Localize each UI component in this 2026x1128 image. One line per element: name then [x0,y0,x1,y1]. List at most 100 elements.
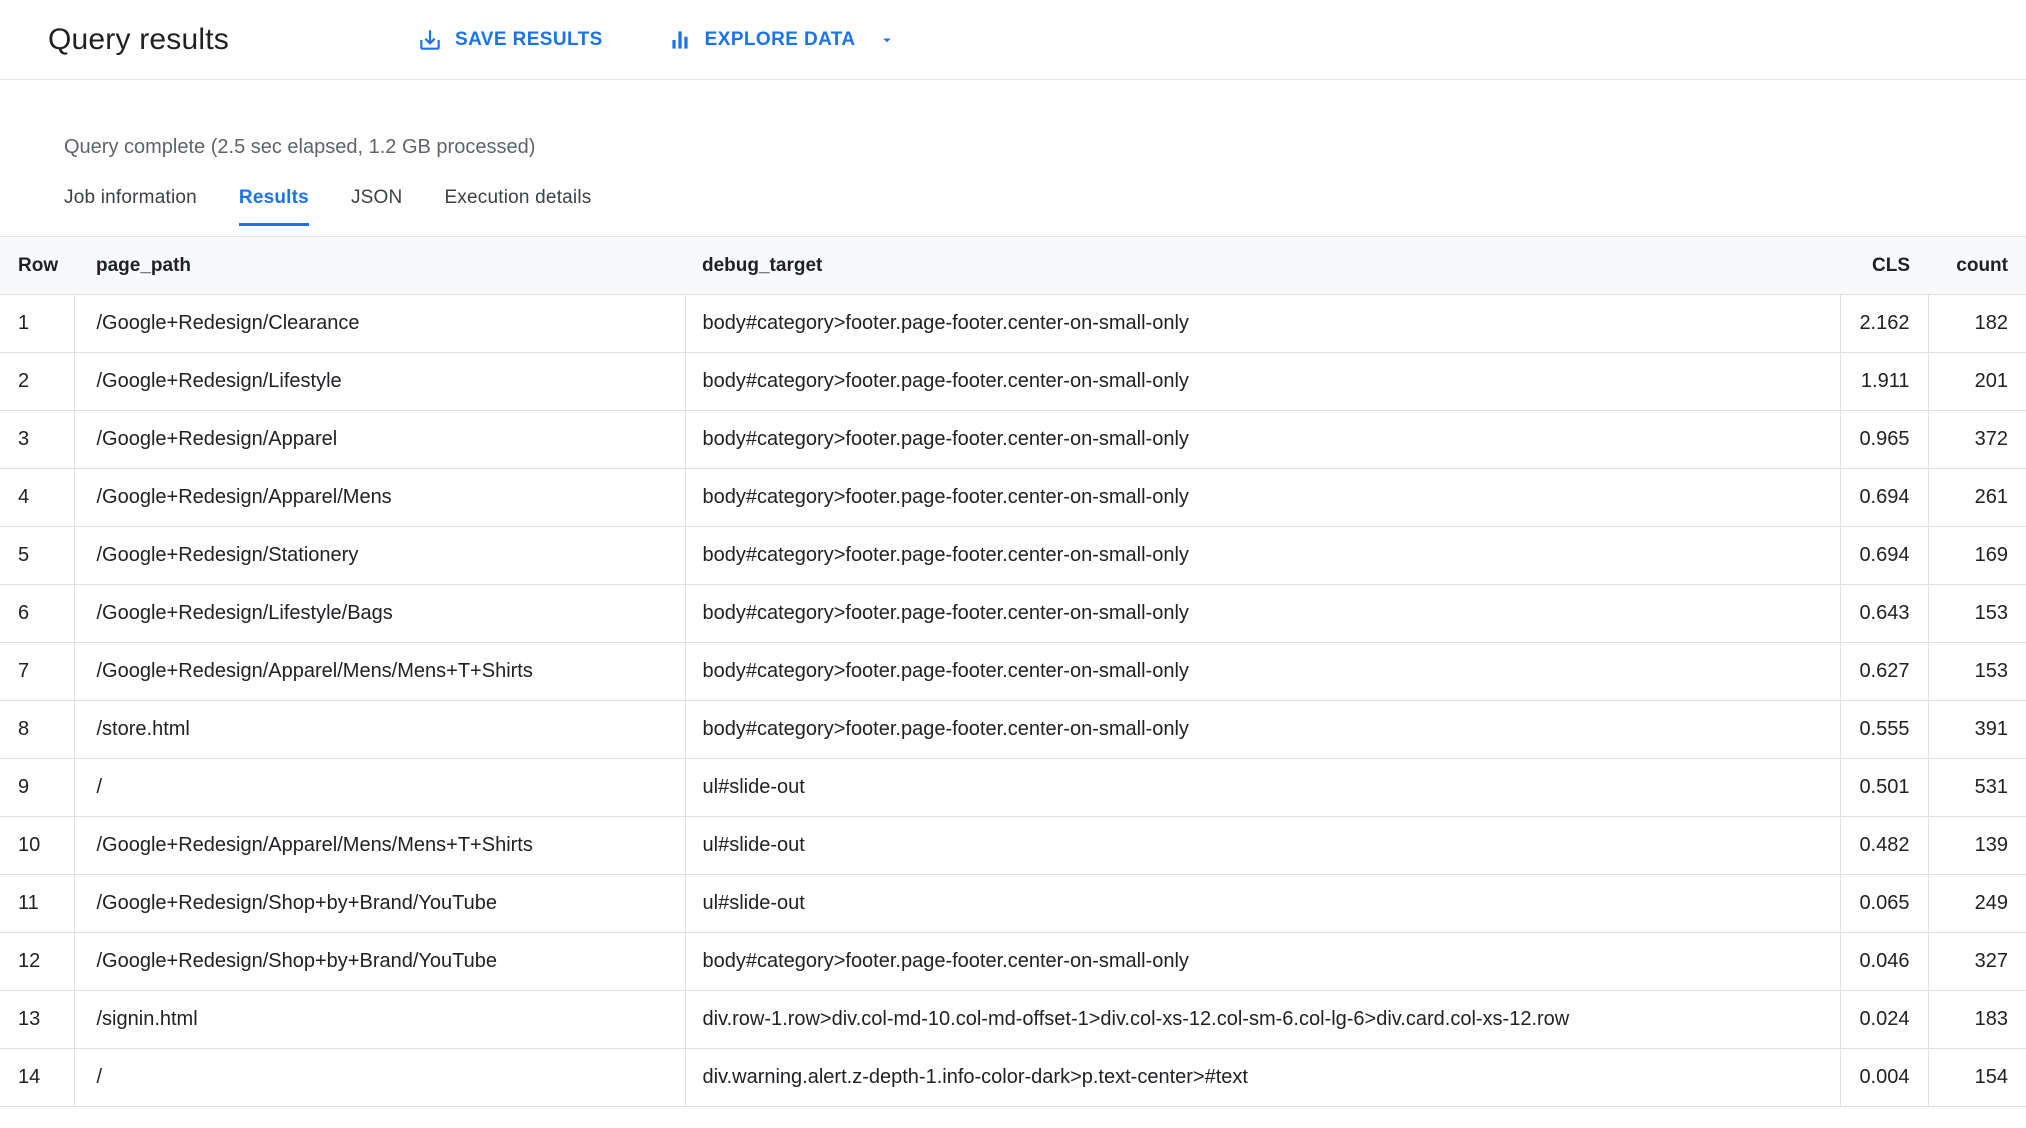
debug-target-cell: div.warning.alert.z-depth-1.info-color-d… [684,1048,1840,1107]
column-header-page-path: page_path [74,236,685,295]
column-header-cls: CLS [1840,236,1928,295]
cls-cell: 0.555 [1839,700,1928,759]
save-results-label: SAVE RESULTS [455,28,603,50]
row-number-cell: 14 [0,1048,74,1107]
cls-cell: 2.162 [1839,294,1928,353]
page-path-cell: / [73,1048,685,1107]
row-number-cell: 6 [0,584,74,643]
debug-target-cell: body#category>footer.page-footer.center-… [684,468,1840,527]
column-header-row: Row [0,236,74,295]
count-cell: 201 [1927,352,2026,411]
explore-data-label: EXPLORE DATA [704,28,856,50]
debug-target-cell: body#category>footer.page-footer.center-… [684,410,1840,469]
page-path-cell: / [73,758,685,817]
table-row: 2/Google+Redesign/Lifestyle body#category… [0,352,2026,411]
column-header-count: count [1928,236,2026,295]
debug-target-cell: body#category>footer.page-footer.center-… [684,526,1840,585]
row-number-cell: 11 [0,874,74,933]
row-number-cell: 8 [0,700,74,759]
row-number-cell: 3 [0,410,74,469]
results-table-header: Row page_path debug_target CLS count [0,236,2026,295]
table-row: 10/Google+Redesign/Apparel/Mens/Mens+T+S… [0,816,2026,875]
debug-target-cell: body#category>footer.page-footer.center-… [684,584,1840,643]
column-header-debug-target: debug_target [685,236,1840,295]
debug-target-cell: body#category>footer.page-footer.center-… [684,642,1840,701]
page-path-cell: /Google+Redesign/Shop+by+Brand/YouTube [73,932,685,991]
debug-target-cell: body#category>footer.page-footer.center-… [684,294,1840,353]
page-title: Query results [48,22,229,56]
table-row: 13/signin.html div.row-1.row>div.col-md-1… [0,990,2026,1049]
tab-execution-details[interactable]: Execution details [444,187,591,226]
debug-target-cell: div.row-1.row>div.col-md-10.col-md-offse… [684,990,1840,1049]
count-cell: 183 [1927,990,2026,1049]
table-row: 12/Google+Redesign/Shop+by+Brand/YouTube… [0,932,2026,991]
page-path-cell: /signin.html [73,990,685,1049]
cls-cell: 0.694 [1839,468,1928,527]
count-cell: 372 [1927,410,2026,469]
save-results-button[interactable]: SAVE RESULTS [417,27,603,53]
tab-job-information[interactable]: Job information [64,187,197,226]
page-path-cell: /Google+Redesign/Shop+by+Brand/YouTube [73,874,685,933]
count-cell: 182 [1927,294,2026,353]
results-table-body: 1/Google+Redesign/Clearance body#category… [0,294,2026,1107]
cls-cell: 0.643 [1839,584,1928,643]
page-path-cell: /Google+Redesign/Apparel/Mens [73,468,685,527]
count-cell: 139 [1927,816,2026,875]
cls-cell: 0.046 [1839,932,1928,991]
table-row: 1/Google+Redesign/Clearance body#category… [0,294,2026,353]
debug-target-cell: ul#slide-out [684,758,1840,817]
count-cell: 391 [1927,700,2026,759]
count-cell: 153 [1927,584,2026,643]
debug-target-cell: body#category>footer.page-footer.center-… [684,932,1840,991]
row-number-cell: 4 [0,468,74,527]
debug-target-cell: ul#slide-out [684,816,1840,875]
cls-cell: 0.627 [1839,642,1928,701]
cls-cell: 0.004 [1839,1048,1928,1107]
row-number-cell: 10 [0,816,74,875]
query-status-text: Query complete (2.5 sec elapsed, 1.2 GB … [64,136,536,158]
row-number-cell: 1 [0,294,74,353]
query-results-panel: Query results SAVE RESULTS EXPLORE DATA [0,0,2026,1107]
count-cell: 169 [1927,526,2026,585]
chevron-down-icon [878,31,896,49]
results-table: Row page_path debug_target CLS count 1/G… [0,236,2026,1107]
table-row: 4/Google+Redesign/Apparel/Mens body#categ… [0,468,2026,527]
cls-cell: 0.694 [1839,526,1928,585]
page-path-cell: /Google+Redesign/Apparel/Mens/Mens+T+Shi… [73,816,685,875]
page-path-cell: /Google+Redesign/Apparel/Mens/Mens+T+Shi… [73,642,685,701]
cls-cell: 0.965 [1839,410,1928,469]
tab-json[interactable]: JSON [351,187,402,226]
table-row: 5/Google+Redesign/Stationery body#categor… [0,526,2026,585]
page-path-cell: /Google+Redesign/Lifestyle [73,352,685,411]
table-row: 3/Google+Redesign/Apparel body#category>f… [0,410,2026,469]
bar-chart-icon [667,27,693,53]
table-row: 14/div.warning.alert.z-depth-1.info-colo… [0,1048,2026,1107]
table-row: 11/Google+Redesign/Shop+by+Brand/YouTube… [0,874,2026,933]
table-row: 7/Google+Redesign/Apparel/Mens/Mens+T+Sh… [0,642,2026,701]
cls-cell: 0.501 [1839,758,1928,817]
count-cell: 261 [1927,468,2026,527]
row-number-cell: 2 [0,352,74,411]
count-cell: 531 [1927,758,2026,817]
page-path-cell: /Google+Redesign/Stationery [73,526,685,585]
row-number-cell: 9 [0,758,74,817]
tab-results[interactable]: Results [238,187,309,226]
page-path-cell: /Google+Redesign/Clearance [73,294,685,353]
debug-target-cell: body#category>footer.page-footer.center-… [684,352,1840,411]
count-cell: 153 [1927,642,2026,701]
count-cell: 154 [1927,1048,2026,1107]
cls-cell: 0.024 [1839,990,1928,1049]
explore-data-button[interactable]: EXPLORE DATA [667,27,896,53]
row-number-cell: 13 [0,990,74,1049]
results-tabs: Job information Results JSON Execution deta… [64,187,2026,226]
page-path-cell: /Google+Redesign/Lifestyle/Bags [73,584,685,643]
table-row: 6/Google+Redesign/Lifestyle/Bags body#cat… [0,584,2026,643]
page-path-cell: /store.html [73,700,685,759]
results-header-bar: Query results SAVE RESULTS EXPLORE DATA [0,0,2026,80]
cls-cell: 0.065 [1839,874,1928,933]
row-number-cell: 5 [0,526,74,585]
row-number-cell: 12 [0,932,74,991]
cls-cell: 0.482 [1839,816,1928,875]
table-row: 8/store.html body#category>footer.page-fo… [0,700,2026,759]
count-cell: 327 [1927,932,2026,991]
